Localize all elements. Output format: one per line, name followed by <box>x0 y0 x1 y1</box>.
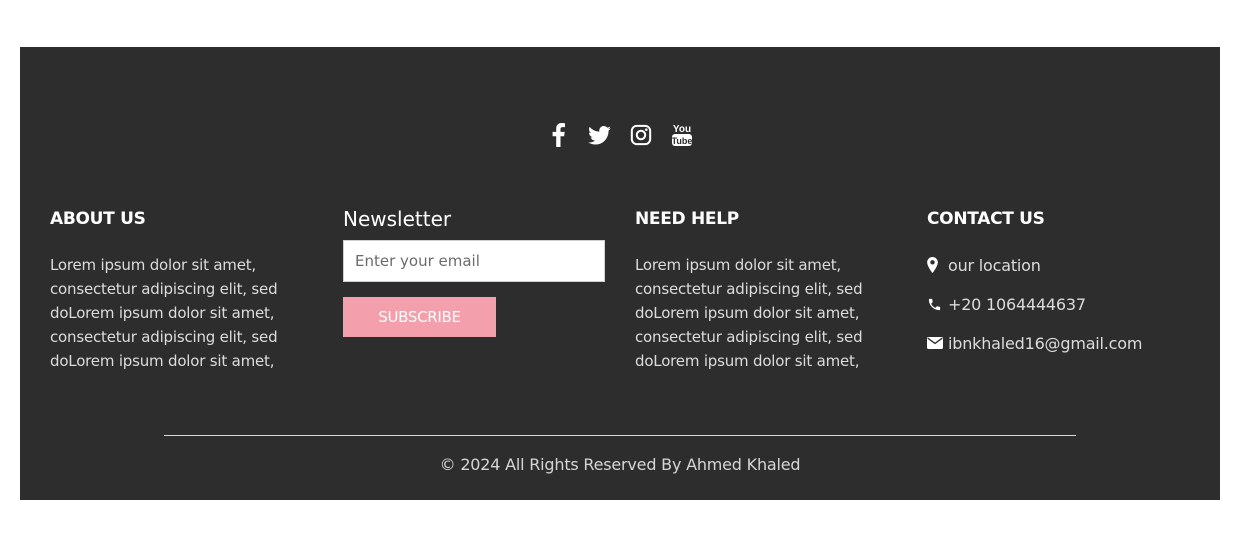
envelope-icon <box>927 336 943 350</box>
contact-phone[interactable]: +20 1064444637 <box>927 292 1197 316</box>
social-links: You Tube <box>20 121 1220 149</box>
contact-email[interactable]: ibnkhaled16@gmail.com <box>927 331 1197 355</box>
subscribe-button[interactable]: SUBSCRIBE <box>343 297 496 337</box>
copyright-text: © 2024 All Rights Reserved By Ahmed Khal… <box>439 455 801 474</box>
twitter-link[interactable] <box>587 121 612 149</box>
instagram-icon <box>630 124 652 146</box>
phone-icon <box>927 297 943 312</box>
contact-heading: CONTACT US <box>927 209 1045 229</box>
svg-text:You: You <box>672 124 690 135</box>
facebook-icon <box>552 123 565 147</box>
help-text: Lorem ipsum dolor sit amet, consectetur … <box>635 256 863 370</box>
about-section: ABOUT US Lorem ipsum dolor sit amet, con… <box>50 207 310 373</box>
email-input[interactable] <box>343 240 605 282</box>
help-heading: NEED HELP <box>635 209 739 229</box>
footer-divider <box>164 435 1076 436</box>
newsletter-heading: Newsletter <box>343 207 452 231</box>
svg-text:Tube: Tube <box>671 136 692 146</box>
site-footer: You Tube ABOUT US Lorem ipsum dolor sit … <box>20 47 1220 500</box>
contact-section: CONTACT US our location +20 1064444637 i… <box>927 207 1197 370</box>
about-text: Lorem ipsum dolor sit amet, consectetur … <box>50 256 278 370</box>
contact-list: our location +20 1064444637 ibnkhaled16@… <box>927 253 1197 355</box>
location-text: our location <box>948 255 1041 275</box>
contact-location[interactable]: our location <box>927 253 1197 277</box>
instagram-link[interactable] <box>628 121 653 149</box>
facebook-link[interactable] <box>546 121 571 149</box>
youtube-icon: You Tube <box>671 122 693 148</box>
about-heading: ABOUT US <box>50 209 146 229</box>
map-marker-icon <box>927 257 943 273</box>
youtube-link[interactable]: You Tube <box>669 121 694 149</box>
email-link[interactable]: ibnkhaled16@gmail.com <box>948 334 1142 353</box>
help-section: NEED HELP Lorem ipsum dolor sit amet, co… <box>635 207 895 373</box>
twitter-icon <box>588 125 611 145</box>
newsletter-section: Newsletter SUBSCRIBE <box>343 207 605 337</box>
phone-text: +20 1064444637 <box>948 294 1086 314</box>
